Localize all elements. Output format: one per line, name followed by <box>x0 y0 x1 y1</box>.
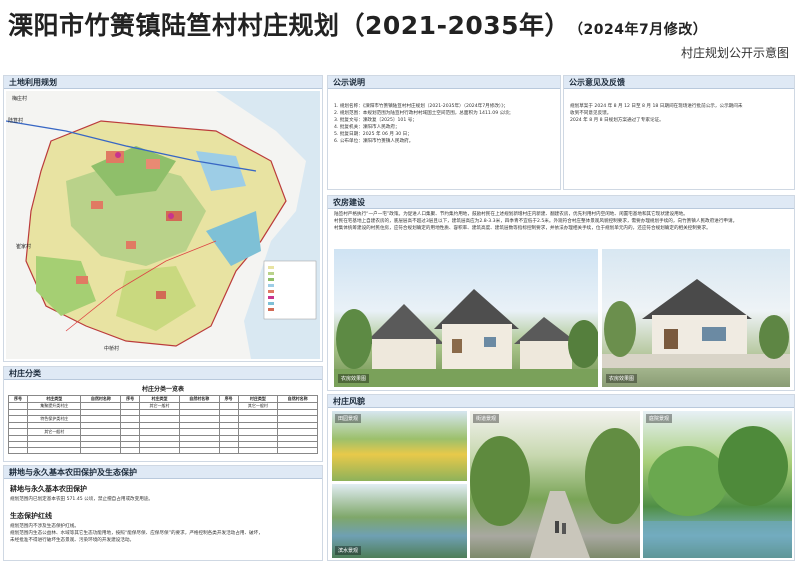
scenery-caption: 滨水景观 <box>335 546 362 555</box>
table-header: 村庄类型 <box>26 395 82 403</box>
eco-line: 未经批准不得进行破坏生态景观、污染环境的开发建设活动。 <box>10 538 135 543</box>
village-type: 集聚提升类村庄 <box>26 402 82 410</box>
land-use-panel: 土地利用规划 梅庄村 陆笪村 崔家村 中桥村 <box>3 75 323 362</box>
scenery-panel: 村庄风貌 田园景观 滨水景观 街道景观 庭院景观 <box>327 394 795 561</box>
farmland-heading: 耕地与永久基本农田保护 <box>10 485 87 493</box>
eco-line: 规划范围内不涉及生态保护红线。 <box>10 524 79 529</box>
classification-header: 村庄分类 <box>4 367 322 380</box>
scenery-field-photo: 田园景观 <box>332 411 467 481</box>
map-label-southwest: 崔家村 <box>16 244 32 250</box>
page-subtitle: 村庄规划公开示意图 <box>680 46 789 60</box>
table-header: 村庄类型 <box>139 395 180 403</box>
map-label-west: 陆笪村 <box>8 118 24 124</box>
scenery-caption: 田园景观 <box>335 414 362 423</box>
scenery-courtyard-photo: 庭院景观 <box>643 411 792 558</box>
notice-panel: 公示说明 1. 规划名称：《溧阳市竹箦镇陆笪村村庄规划（2021-2035年）（… <box>327 75 561 190</box>
modification-note: （2024年7月修改） <box>576 22 708 38</box>
classification-panel: 村庄分类 村庄分类一览表 序号 村庄类型 自然村名称 序号 村庄类型 自然村名称… <box>3 366 323 462</box>
classification-table-title: 村庄分类一览表 <box>141 386 184 393</box>
feedback-line: 2024 年 8 月 8 日规划方案通过了专家论证。 <box>570 118 664 123</box>
farmland-header: 耕地与永久基本农田保护及生态保护 <box>4 466 322 479</box>
land-use-map: 梅庄村 陆笪村 崔家村 中桥村 <box>6 91 320 359</box>
table-header: 序号 <box>218 395 239 403</box>
feedback-header: 公示意见及反馈 <box>564 76 794 89</box>
notice-line: 2. 规划范围：本规划范围为陆笪村行政村村域国土空间范围，总面积为 1411.0… <box>334 111 514 116</box>
table-header: 自然村名称 <box>277 395 318 403</box>
feedback-panel: 公示意见及反馈 规划草案于 2024 年 8 月 12 日至 8 月 18 日期… <box>563 75 795 190</box>
table-header: 自然村名称 <box>80 395 122 403</box>
notice-line: 5. 批复日期：2025 年 06 月 30 日； <box>334 132 412 137</box>
village-type: 特色保护类村庄 <box>26 415 82 423</box>
housing-header: 农房建设 <box>328 196 794 209</box>
eco-heading: 生态保护红线 <box>10 512 52 520</box>
map-label-south: 中桥村 <box>104 346 120 352</box>
scenery-water-photo: 滨水景观 <box>332 484 467 558</box>
notice-line: 3. 批复文号：溧政复〔2025〕101 号； <box>334 118 417 123</box>
housing-render-1: 农房效果图 <box>334 249 598 387</box>
scenery-caption: 庭院景观 <box>646 414 673 423</box>
table-header: 序号 <box>120 395 141 403</box>
village-type: 其它一般村 <box>26 428 82 436</box>
table-header: 序号 <box>8 395 28 403</box>
scenery-caption: 街道景观 <box>473 414 500 423</box>
housing-line: 村民在宅基地上自建农房的，底层层高不超过3层且以下，建筑层高应为2.8-3.3米… <box>334 219 738 224</box>
notice-header: 公示说明 <box>328 76 560 89</box>
eco-line: 规划范围内生态公益林、水域等其它生态功能用地，按照“能保尽保、应保尽保”的要求，… <box>10 531 263 536</box>
scenery-header: 村庄风貌 <box>328 395 794 408</box>
housing-line: 陆笪村严格执行“一户一宅”政策。为促进人口集聚、节约集约用地，鼓励村民在上述规划… <box>334 212 688 217</box>
feedback-line: 规划草案于 2024 年 8 月 12 日至 8 月 18 日期间在现场进行批前… <box>570 104 743 109</box>
notice-line: 1. 规划名称：《溧阳市竹箦镇陆笪村村庄规划（2021-2035年）（2024年… <box>334 104 509 109</box>
housing-panel: 农房建设 陆笪村严格执行“一户一宅”政策。为促进人口集聚、节约集约用地，鼓励村民… <box>327 195 795 391</box>
notice-line: 6. 公布单位：溧阳市竹箦镇人民政府。 <box>334 139 414 144</box>
farmland-panel: 耕地与永久基本农田保护及生态保护 耕地与永久基本农田保护 规划范围内已划定基本农… <box>3 465 323 561</box>
notice-line: 4. 批复机关：溧阳市人民政府； <box>334 125 400 130</box>
classification-table: 序号 村庄类型 自然村名称 序号 村庄类型 自然村名称 序号 村庄类型 自然村名… <box>8 395 318 454</box>
table-header: 自然村名称 <box>178 395 220 403</box>
feedback-line: 收到不同意见反馈。 <box>570 111 612 116</box>
village-type: 其它一般村 <box>139 402 180 410</box>
housing-caption: 农房效果图 <box>606 374 638 383</box>
farmland-text: 规划范围内已划定基本农田 571.45 公顷，禁止擅自占用或改变用途。 <box>10 497 154 502</box>
housing-caption: 农房效果图 <box>338 374 370 383</box>
land-use-header: 土地利用规划 <box>4 76 322 89</box>
scenery-street-photo: 街道景观 <box>470 411 640 558</box>
housing-line: 村集体统筹建设的村民住房，应符合规划确定的用地性质、容积率、建筑高度、建筑层数等… <box>334 226 711 231</box>
table-header: 村庄类型 <box>237 395 279 403</box>
map-label-north: 梅庄村 <box>12 96 28 102</box>
page-title: 溧阳市竹箦镇陆笪村村庄规划（2021-2035年） （2024年7月修改） <box>8 11 708 40</box>
village-type: 其它一般村 <box>237 402 279 410</box>
housing-render-2: 农房效果图 <box>602 249 790 387</box>
